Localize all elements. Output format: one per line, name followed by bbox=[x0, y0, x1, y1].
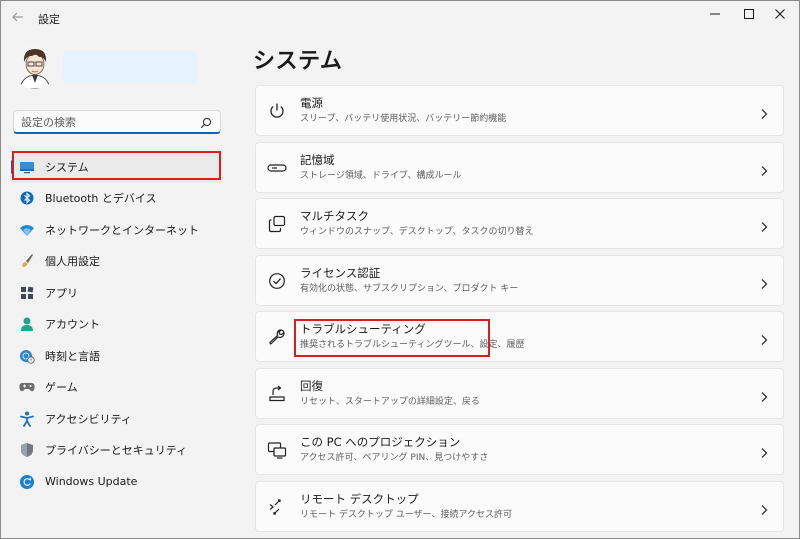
card-title: 記憶域 bbox=[300, 152, 335, 167]
search-input[interactable] bbox=[14, 112, 184, 133]
sidebar-item-label: ゲーム bbox=[45, 381, 78, 395]
sidebar-item-label: 時刻と言語 bbox=[45, 349, 100, 363]
chevron-right-icon bbox=[759, 444, 769, 458]
gamepad-icon bbox=[19, 379, 35, 395]
sidebar-item-apps[interactable]: アプリ bbox=[11, 277, 223, 309]
sidebar-item-privacy[interactable]: プライバシーとセキュリティ bbox=[11, 435, 223, 467]
back-arrow-icon[interactable] bbox=[9, 7, 27, 27]
card-power[interactable]: 電源 スリープ、バッテリ使用状況、バッテリー節約機能 bbox=[255, 85, 784, 136]
activation-icon bbox=[267, 271, 287, 291]
card-remote-desktop[interactable]: リモート デスクトップ リモート デスクトップ ユーザー、接続アクセス許可 bbox=[255, 480, 784, 532]
multitask-icon bbox=[267, 214, 287, 234]
accessibility-icon bbox=[19, 411, 35, 427]
card-title: 回復 bbox=[300, 378, 323, 393]
search-icon[interactable] bbox=[199, 115, 213, 129]
sidebar-item-label: システム bbox=[45, 160, 89, 174]
wifi-icon bbox=[19, 222, 35, 238]
globe-clock-icon bbox=[19, 348, 35, 364]
shield-icon bbox=[19, 442, 35, 458]
card-projection[interactable]: この PC へのプロジェクション アクセス許可、ペアリング PIN、見つけやすさ bbox=[255, 424, 784, 475]
chevron-right-icon bbox=[759, 162, 769, 176]
card-troubleshoot[interactable]: トラブルシューティング 推奨されるトラブルシューティングツール、設定、履歴 bbox=[255, 311, 784, 362]
card-multitasking[interactable]: マルチタスク ウィンドウのスナップ、デスクトップ、タスクの切り替え bbox=[255, 198, 784, 249]
apps-icon bbox=[19, 285, 35, 301]
settings-search-box[interactable] bbox=[13, 110, 221, 134]
sidebar-item-label: プライバシーとセキュリティ bbox=[45, 444, 188, 458]
sidebar-item-label: Bluetooth とデバイス bbox=[45, 192, 157, 206]
sidebar-item-personalization[interactable]: 個人用設定 bbox=[11, 246, 223, 278]
sidebar-item-time-language[interactable]: 時刻と言語 bbox=[11, 340, 223, 372]
sidebar-item-accessibility[interactable]: アクセシビリティ bbox=[11, 403, 223, 435]
card-title: この PC へのプロジェクション bbox=[300, 435, 461, 449]
sidebar-item-label: Windows Update bbox=[45, 475, 138, 489]
close-button[interactable] bbox=[758, 1, 799, 27]
update-icon bbox=[19, 474, 35, 490]
card-recovery[interactable]: 回復 リセット、スタートアップの詳細設定、戻る bbox=[255, 367, 784, 419]
card-subtitle: ウィンドウのスナップ、デスクトップ、タスクの切り替え bbox=[300, 227, 534, 237]
card-title: ライセンス認証 bbox=[300, 265, 381, 280]
sidebar-item-label: アクセシビリティ bbox=[45, 412, 132, 426]
sidebar-item-windows-update[interactable]: Windows Update bbox=[11, 466, 223, 498]
page-title: システム bbox=[253, 49, 343, 74]
sidebar-nav: システム Bluetooth とデバイス ネットワークとインターネット 個人用設… bbox=[11, 151, 223, 498]
sidebar-item-label: アカウント bbox=[45, 318, 100, 332]
settings-window: 設定 設定の検索 システム Bluetooth とデバイス ネットワークとインタ… bbox=[0, 0, 800, 539]
card-subtitle: リセット、スタートアップの詳細設定、戻る bbox=[300, 396, 480, 407]
wrench-icon bbox=[267, 327, 287, 347]
avatar[interactable] bbox=[12, 43, 58, 89]
title-bar: 設定 bbox=[1, 1, 799, 33]
card-title: 電源 bbox=[300, 96, 323, 110]
card-activation[interactable]: ライセンス認証 有効化の状態、サブスクリプション、プロダクト キー bbox=[255, 254, 784, 306]
sidebar-item-label: アプリ bbox=[45, 286, 78, 300]
person-icon bbox=[19, 316, 35, 332]
sidebar-item-label: 個人用設定 bbox=[45, 255, 100, 269]
projection-icon bbox=[267, 440, 287, 460]
card-subtitle: 有効化の状態、サブスクリプション、プロダクト キー bbox=[300, 283, 519, 294]
sidebar-item-system[interactable]: システム bbox=[11, 151, 223, 183]
sidebar-item-accounts[interactable]: アカウント bbox=[11, 309, 223, 341]
chevron-right-icon bbox=[759, 275, 769, 289]
chevron-right-icon bbox=[759, 501, 769, 515]
remote-desktop-icon bbox=[267, 497, 287, 517]
window-title: 設定 bbox=[38, 13, 60, 26]
bluetooth-icon bbox=[19, 190, 35, 206]
card-subtitle: 推奨されるトラブルシューティングツール、設定、履歴 bbox=[300, 340, 525, 350]
card-title: トラブルシューティング bbox=[300, 322, 426, 336]
power-icon bbox=[267, 101, 287, 121]
card-storage[interactable]: 記憶域 ストレージ領域、ドライブ、構成ルール bbox=[255, 141, 784, 193]
chevron-right-icon bbox=[759, 388, 769, 402]
monitor-icon bbox=[19, 159, 35, 175]
brush-icon bbox=[19, 253, 35, 269]
chevron-right-icon bbox=[759, 331, 769, 345]
card-title: リモート デスクトップ bbox=[300, 491, 419, 506]
chevron-right-icon bbox=[759, 218, 769, 232]
storage-icon bbox=[267, 158, 287, 178]
sidebar-item-network[interactable]: ネットワークとインターネット bbox=[11, 214, 223, 246]
card-subtitle: アクセス許可、ペアリング PIN、見つけやすさ bbox=[300, 453, 489, 463]
sidebar-item-bluetooth[interactable]: Bluetooth とデバイス bbox=[11, 183, 223, 215]
settings-card-list: 電源 スリープ、バッテリ使用状況、バッテリー節約機能 記憶域 ストレージ領域、ド… bbox=[255, 85, 784, 537]
card-subtitle: リモート デスクトップ ユーザー、接続アクセス許可 bbox=[300, 509, 513, 520]
sidebar-item-gaming[interactable]: ゲーム bbox=[11, 372, 223, 404]
account-info bbox=[63, 51, 197, 83]
sidebar-item-label: ネットワークとインターネット bbox=[45, 223, 199, 237]
card-title: マルチタスク bbox=[300, 209, 369, 223]
card-subtitle: スリープ、バッテリ使用状況、バッテリー節約機能 bbox=[300, 114, 507, 124]
recovery-icon bbox=[267, 384, 287, 404]
card-subtitle: ストレージ領域、ドライブ、構成ルール bbox=[300, 170, 462, 181]
chevron-right-icon bbox=[759, 105, 769, 119]
